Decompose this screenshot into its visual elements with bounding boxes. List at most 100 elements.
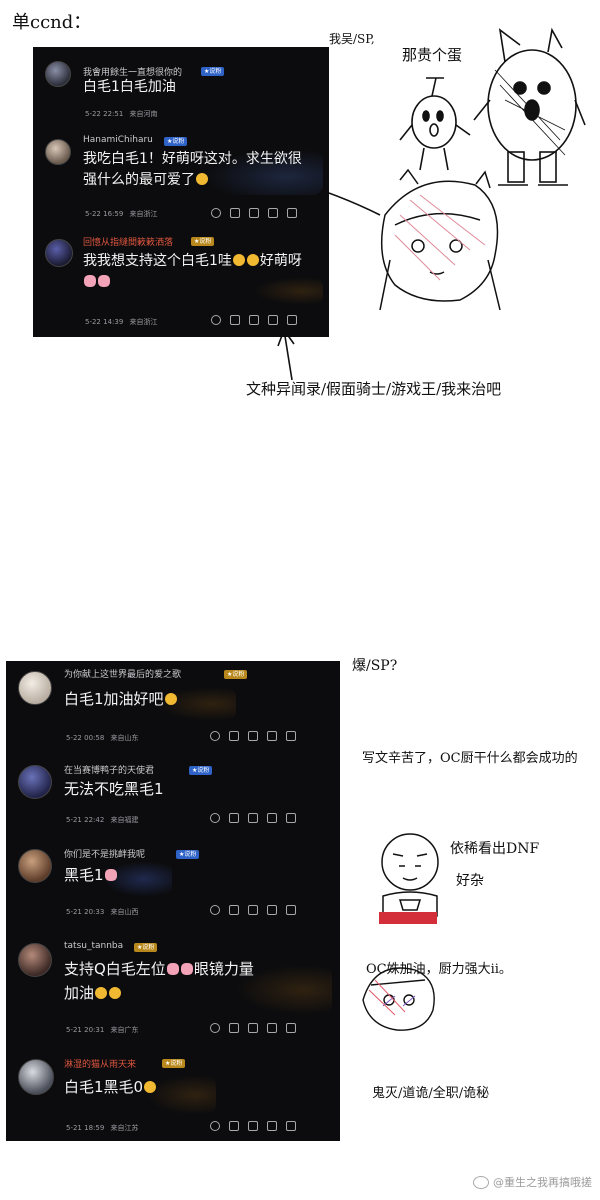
- emoji-icon: [246, 254, 259, 266]
- dislike-icon[interactable]: [230, 315, 240, 325]
- comment-username[interactable]: 淋湿的猫从雨天来: [64, 1057, 136, 1070]
- comment-item: 为你献上这世界最后的爱之歌 ★说粉 白毛1加油好吧 5-22 00:58 来自山…: [6, 661, 340, 751]
- comment-location: 来自福建: [110, 816, 139, 824]
- comment-location: 来自山西: [110, 908, 139, 916]
- comment-meta: 5-22 00:58 来自山东: [66, 733, 139, 743]
- comment-location: 来自山东: [110, 734, 139, 742]
- dislike-icon[interactable]: [229, 1121, 239, 1131]
- comment-date: 5-21 22:42: [66, 816, 105, 824]
- share-icon[interactable]: [249, 315, 259, 325]
- avatar[interactable]: [18, 849, 52, 883]
- dislike-icon[interactable]: [229, 905, 239, 915]
- reply-icon[interactable]: [267, 813, 277, 823]
- avatar[interactable]: [45, 239, 73, 267]
- comment-item: 淋湿的猫从雨天来 ★说粉 白毛1黑毛0 5-21 18:59 来自江苏: [6, 1051, 340, 1141]
- dislike-icon[interactable]: [230, 208, 240, 218]
- emoji-reaction-icon[interactable]: [210, 905, 220, 915]
- share-icon[interactable]: [249, 208, 259, 218]
- comment-meta: 5-21 22:42 来自福建: [66, 815, 139, 825]
- reply-icon[interactable]: [267, 1023, 277, 1033]
- comment-date: 5-21 18:59: [66, 1124, 105, 1132]
- comment-actions: [211, 315, 297, 325]
- reply-icon[interactable]: [268, 208, 278, 218]
- comment-meta: 5-21 20:33 来自山西: [66, 907, 139, 917]
- comment-date: 5-22 22:51: [85, 110, 124, 118]
- comment-actions: [210, 1121, 296, 1131]
- comment-text: 白毛1白毛加油: [83, 79, 176, 95]
- comment-meta: 5-21 20:31 来自广东: [66, 1025, 139, 1035]
- doodle-drawings-bottom: [362, 833, 439, 1031]
- like-icon[interactable]: [286, 1121, 296, 1131]
- comments-panel-2: 为你献上这世界最后的爱之歌 ★说粉 白毛1加油好吧 5-22 00:58 来自山…: [6, 661, 340, 1141]
- comment-actions: [210, 905, 296, 915]
- reply-icon[interactable]: [267, 1121, 277, 1131]
- like-icon[interactable]: [286, 813, 296, 823]
- avatar[interactable]: [18, 765, 52, 799]
- share-icon[interactable]: [248, 731, 258, 741]
- share-icon[interactable]: [248, 905, 258, 915]
- comment-username[interactable]: HanamiChiharu: [83, 135, 153, 145]
- comment-username[interactable]: 在当赛博鸭子的天使君: [64, 763, 154, 776]
- emoji-reaction-icon[interactable]: [211, 315, 221, 325]
- fan-badge: ★说粉: [162, 1059, 186, 1068]
- comment-actions: [210, 1023, 296, 1033]
- like-icon[interactable]: [286, 731, 296, 741]
- reply-icon[interactable]: [267, 905, 277, 915]
- emoji-icon: [104, 869, 117, 881]
- comment-date: 5-21 20:33: [66, 908, 105, 916]
- share-icon[interactable]: [248, 1023, 258, 1033]
- emoji-icon: [109, 987, 122, 999]
- annotation-mid-right: 爆/SP?: [352, 658, 398, 674]
- emoji-reaction-icon[interactable]: [210, 813, 220, 823]
- avatar[interactable]: [45, 61, 71, 87]
- emoji-icon: [144, 1081, 157, 1093]
- comment-location: 来自浙江: [129, 210, 158, 218]
- emoji-icon: [84, 275, 96, 287]
- reply-icon[interactable]: [268, 315, 278, 325]
- share-icon[interactable]: [248, 813, 258, 823]
- comment-meta: 5-21 18:59 来自江苏: [66, 1123, 139, 1133]
- reply-icon[interactable]: [267, 731, 277, 741]
- emoji-reaction-icon[interactable]: [210, 1121, 220, 1131]
- comment-username[interactable]: 你们是不是挑衅我呢: [64, 847, 145, 860]
- emoji-icon: [164, 693, 177, 705]
- comment-meta: 5-22 16:59 来自浙江: [85, 209, 158, 219]
- like-icon[interactable]: [287, 315, 297, 325]
- comment-username[interactable]: 回憶从指縫間簌簌洒落: [83, 235, 173, 248]
- emoji-icon: [232, 254, 245, 266]
- annotation-note-4: 鬼灭/道诡/全职/诡秘: [372, 1086, 490, 1101]
- emoji-reaction-icon[interactable]: [211, 208, 221, 218]
- comment-location: 来自浙江: [129, 318, 158, 326]
- emoji-reaction-icon[interactable]: [210, 731, 220, 741]
- share-icon[interactable]: [248, 1121, 258, 1131]
- avatar[interactable]: [18, 1059, 54, 1095]
- comment-text: 支持Q白毛左位 眼镜力量 加油: [64, 960, 254, 1002]
- avatar[interactable]: [45, 139, 71, 165]
- dislike-icon[interactable]: [229, 1023, 239, 1033]
- like-icon[interactable]: [287, 208, 297, 218]
- avatar[interactable]: [18, 671, 52, 705]
- comment-item: HanamiChiharu ★说粉 我吃白毛1！好萌呀这对。求生欲很强什么的最可…: [33, 127, 329, 227]
- fan-badge: ★说粉: [164, 137, 188, 146]
- comment-username[interactable]: tatsu_tannba: [64, 941, 123, 951]
- comment-location: 来自河南: [129, 110, 158, 118]
- dislike-icon[interactable]: [229, 813, 239, 823]
- emoji-icon: [180, 963, 193, 975]
- comment-location: 来自江苏: [110, 1124, 139, 1132]
- avatar[interactable]: [18, 943, 52, 977]
- emoji-icon: [98, 275, 110, 287]
- comment-actions: [210, 813, 296, 823]
- dislike-icon[interactable]: [229, 731, 239, 741]
- fan-badge: ★说粉: [176, 850, 200, 859]
- comment-text: 黑毛1: [64, 865, 324, 886]
- fan-badge: ★说粉: [201, 67, 225, 76]
- comment-text: 无法不吃黑毛1: [64, 780, 164, 798]
- weibo-logo-icon: [473, 1175, 489, 1189]
- like-icon[interactable]: [286, 905, 296, 915]
- emoji-reaction-icon[interactable]: [210, 1023, 220, 1033]
- comments-panel-1: 我會用餘生一直想很你的 ★说粉 白毛1白毛加油 5-22 22:51 来自河南 …: [33, 47, 329, 337]
- comment-location: 来自广东: [110, 1026, 139, 1034]
- like-icon[interactable]: [286, 1023, 296, 1033]
- comment-text: 白毛1加油好吧: [64, 689, 324, 710]
- comment-username[interactable]: 为你献上这世界最后的爱之歌: [64, 667, 181, 680]
